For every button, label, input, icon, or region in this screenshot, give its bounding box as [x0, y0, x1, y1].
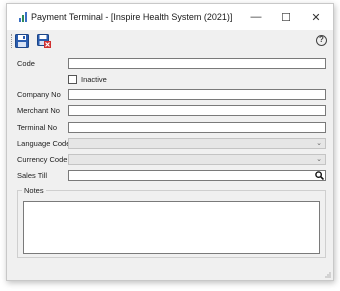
company-no-label: Company No	[17, 90, 61, 99]
terminal-no-label: Terminal No	[17, 123, 58, 132]
notes-group: Notes	[17, 186, 326, 258]
terminal-no-input[interactable]	[68, 122, 326, 133]
payment-terminal-window: Payment Terminal - [Inspire Health Syste…	[6, 3, 334, 281]
resize-grip-icon[interactable]	[325, 272, 331, 278]
close-button[interactable]: ✕	[299, 4, 333, 30]
maximize-button[interactable]: ☐	[269, 4, 303, 30]
notes-textarea[interactable]	[23, 201, 320, 254]
merchant-no-label: Merchant No	[17, 106, 60, 115]
sales-till-label: Sales Till	[17, 171, 48, 180]
chevron-down-icon[interactable]: ⌄	[316, 156, 322, 164]
window-title: Payment Terminal - [Inspire Health Syste…	[31, 12, 233, 22]
toolbar: ?	[7, 30, 333, 52]
code-input[interactable]	[68, 58, 326, 69]
help-icon[interactable]: ?	[316, 35, 327, 46]
notes-label: Notes	[22, 186, 46, 195]
sales-till-input[interactable]	[68, 170, 326, 181]
title-bar: Payment Terminal - [Inspire Health Syste…	[7, 4, 333, 30]
currency-code-label: Currency Code	[17, 155, 68, 164]
save-icon[interactable]	[15, 34, 29, 48]
inactive-label: Inactive	[81, 75, 107, 84]
search-icon[interactable]	[315, 171, 324, 180]
language-code-select[interactable]: ⌄	[68, 138, 326, 149]
minimize-button[interactable]: —	[239, 4, 273, 30]
currency-code-select[interactable]: ⌄	[68, 154, 326, 165]
code-label: Code	[17, 59, 35, 68]
save-delete-icon[interactable]	[37, 34, 51, 48]
toolbar-grip	[11, 34, 12, 48]
chevron-down-icon[interactable]: ⌄	[316, 140, 322, 148]
inactive-checkbox[interactable]	[68, 75, 77, 84]
app-icon	[19, 12, 27, 22]
language-code-label: Language Code	[17, 139, 71, 148]
company-no-input[interactable]	[68, 89, 326, 100]
merchant-no-input[interactable]	[68, 105, 326, 116]
